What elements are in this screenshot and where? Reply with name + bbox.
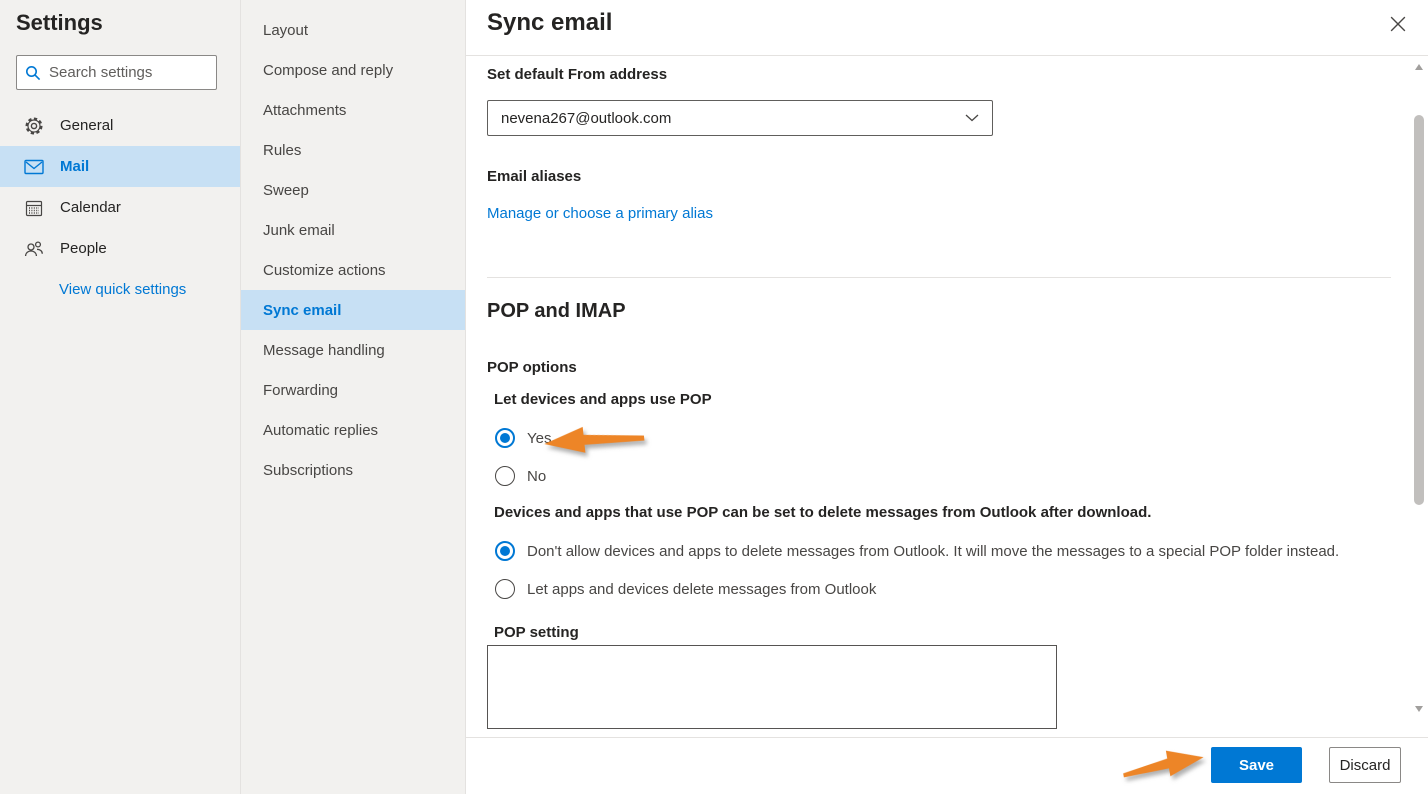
category-item-label: Rules <box>263 142 301 159</box>
use-pop-label: Let devices and apps use POP <box>494 391 712 408</box>
category-item[interactable]: Junk email <box>241 210 465 250</box>
radio-option[interactable]: Don't allow devices and apps to delete m… <box>495 541 1339 561</box>
sidebar-item-label: Mail <box>60 158 89 175</box>
category-item-label: Customize actions <box>263 262 386 279</box>
discard-button[interactable]: Discard <box>1329 747 1401 783</box>
category-item[interactable]: Message handling <box>241 330 465 370</box>
category-item[interactable]: Forwarding <box>241 370 465 410</box>
search-icon <box>25 65 41 81</box>
calendar-icon <box>24 198 44 218</box>
gear-icon <box>24 116 44 136</box>
pop-setting-label: POP setting <box>494 624 579 641</box>
section-divider <box>487 277 1391 278</box>
category-item-label: Junk email <box>263 222 335 239</box>
pop-imap-heading: POP and IMAP <box>487 300 626 323</box>
scrollbar-down-arrow[interactable] <box>1415 706 1423 712</box>
from-address-label: Set default From address <box>487 66 667 83</box>
category-item-label: Layout <box>263 22 308 39</box>
category-item[interactable]: Subscriptions <box>241 450 465 490</box>
sidebar-item-people[interactable]: People <box>0 228 240 269</box>
category-item[interactable]: Compose and reply <box>241 50 465 90</box>
pop-options-label: POP options <box>487 359 577 376</box>
radio-option-label: No <box>527 468 546 485</box>
header-divider <box>466 55 1428 56</box>
category-item-label: Sweep <box>263 182 309 199</box>
search-settings-box[interactable] <box>16 55 217 90</box>
mail-settings-categories: Layout Compose and reply Attachments Rul… <box>240 0 465 794</box>
category-item-label: Attachments <box>263 102 346 119</box>
chevron-down-icon <box>965 114 979 122</box>
category-item-label: Sync email <box>263 302 341 319</box>
category-item[interactable]: Layout <box>241 10 465 50</box>
radio-icon <box>495 428 515 448</box>
sidebar-item-calendar[interactable]: Calendar <box>0 187 240 228</box>
panel-title: Sync email <box>487 9 612 37</box>
sidebar-item-mail[interactable]: Mail <box>0 146 240 187</box>
radio-icon <box>495 541 515 561</box>
sidebar-nav: General Mail <box>0 105 240 269</box>
people-icon <box>24 239 44 259</box>
sidebar-item-label: General <box>60 117 113 134</box>
sidebar-item-general[interactable]: General <box>0 105 240 146</box>
radio-option[interactable]: No <box>495 466 551 486</box>
footer-divider <box>466 737 1428 738</box>
view-quick-settings-link[interactable]: View quick settings <box>59 281 186 298</box>
category-item[interactable]: Sweep <box>241 170 465 210</box>
email-aliases-label: Email aliases <box>487 168 581 185</box>
radio-option[interactable]: Let apps and devices delete messages fro… <box>495 579 1339 599</box>
category-item[interactable]: Automatic replies <box>241 410 465 450</box>
category-item-label: Compose and reply <box>263 62 393 79</box>
settings-window: Settings General <box>0 0 1428 794</box>
category-item[interactable]: Rules <box>241 130 465 170</box>
sidebar-item-label: People <box>60 240 107 257</box>
scrollbar-up-arrow[interactable] <box>1415 64 1423 70</box>
radio-icon <box>495 466 515 486</box>
pop-delete-radio-group: Don't allow devices and apps to delete m… <box>495 541 1339 617</box>
category-item[interactable]: Sync email <box>241 290 465 330</box>
category-item-label: Automatic replies <box>263 422 378 439</box>
category-item-label: Forwarding <box>263 382 338 399</box>
save-button[interactable]: Save <box>1211 747 1302 783</box>
pop-delete-question: Devices and apps that use POP can be set… <box>494 504 1151 521</box>
manage-alias-link[interactable]: Manage or choose a primary alias <box>487 205 713 222</box>
close-icon[interactable] <box>1388 14 1408 34</box>
settings-sidebar: Settings General <box>0 0 240 794</box>
category-item[interactable]: Attachments <box>241 90 465 130</box>
sidebar-item-label: Calendar <box>60 199 121 216</box>
settings-title: Settings <box>16 10 103 36</box>
envelope-icon <box>24 157 44 177</box>
category-item-label: Subscriptions <box>263 462 353 479</box>
scrollbar-thumb[interactable] <box>1414 115 1424 505</box>
from-address-combobox[interactable]: nevena267@outlook.com <box>487 100 993 136</box>
search-settings-input[interactable] <box>49 64 248 81</box>
category-item-label: Message handling <box>263 342 385 359</box>
radio-icon <box>495 579 515 599</box>
pop-setting-box <box>487 645 1057 729</box>
radio-option-label: Let apps and devices delete messages fro… <box>527 581 876 598</box>
radio-option-label: Don't allow devices and apps to delete m… <box>527 543 1339 560</box>
category-item[interactable]: Customize actions <box>241 250 465 290</box>
from-address-value: nevena267@outlook.com <box>501 110 965 127</box>
